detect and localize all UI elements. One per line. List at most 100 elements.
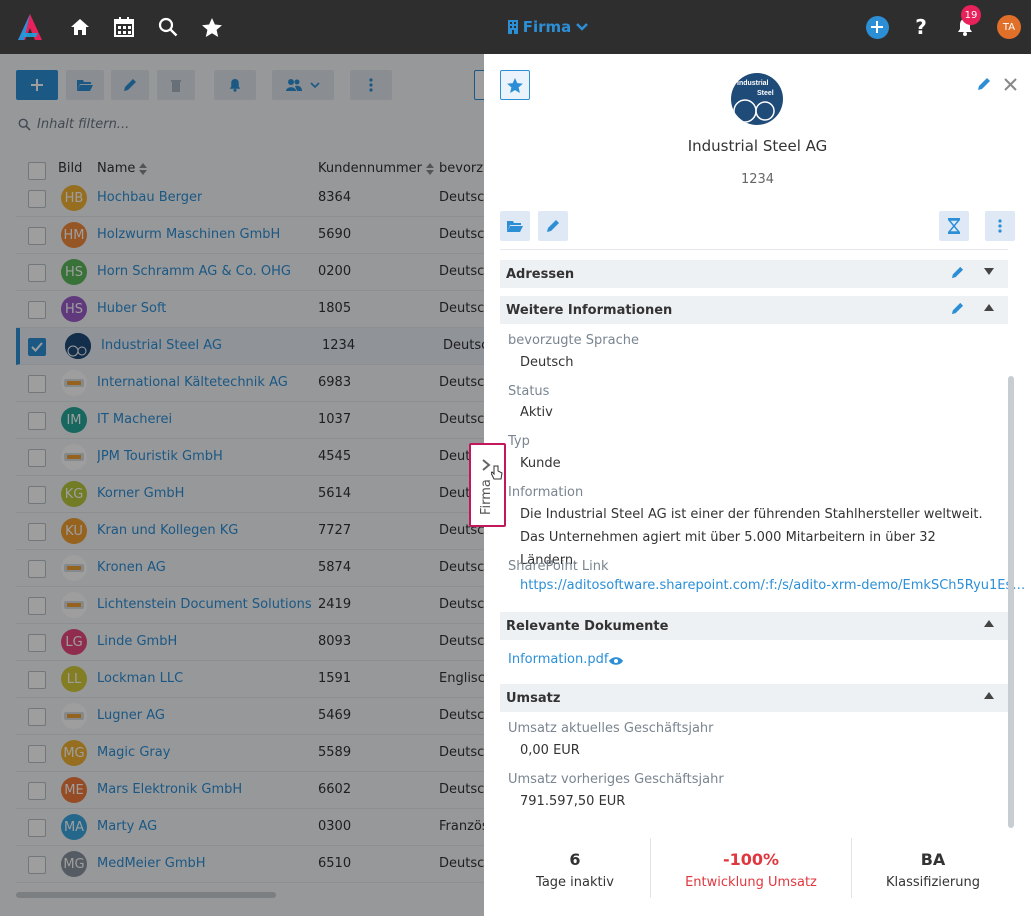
row-checkbox[interactable] [28, 338, 46, 356]
search-icon[interactable] [156, 0, 180, 54]
add-record-button[interactable] [16, 70, 58, 100]
company-name-link[interactable]: Lockman LLC [97, 671, 183, 686]
company-name-link[interactable]: Kronen AG [97, 560, 166, 575]
view-toggle-button[interactable] [474, 70, 484, 100]
notify-button[interactable] [214, 70, 256, 100]
column-header-bild[interactable]: Bild [58, 161, 82, 176]
sharepoint-link[interactable]: https://aditosoftware.sharepoint.com/:f:… [520, 578, 1025, 593]
company-name-link[interactable]: Marty AG [97, 819, 157, 834]
company-name-link[interactable]: Holzwurm Maschinen GmbH [97, 227, 280, 242]
table-row[interactable]: HS Huber Soft 1805 Deutsch [16, 291, 484, 328]
favorites-star-icon[interactable] [200, 0, 224, 54]
section-relevante-dokumente[interactable]: Relevante Dokumente [500, 612, 1008, 640]
company-name-link[interactable]: International Kältetechnik AG [97, 375, 288, 390]
table-row[interactable]: Lichtenstein Document Solutions Gr 2419 De… [16, 587, 484, 624]
favorite-button[interactable] [500, 70, 530, 100]
history-button[interactable] [939, 211, 969, 241]
row-checkbox[interactable] [28, 190, 46, 208]
row-checkbox[interactable] [28, 634, 46, 652]
user-avatar-button[interactable]: TA [996, 0, 1022, 54]
document-link[interactable]: Information.pdf [508, 652, 608, 667]
row-checkbox[interactable] [28, 560, 46, 578]
row-checkbox[interactable] [28, 486, 46, 504]
column-header-sprache[interactable]: bevorzu [439, 161, 484, 176]
edit-record-button[interactable] [111, 70, 149, 100]
app-logo[interactable] [14, 0, 46, 54]
table-row[interactable]: HM Holzwurm Maschinen GmbH 5690 Deutsch [16, 217, 484, 254]
add-new-button[interactable] [864, 0, 890, 54]
table-row[interactable]: HB Hochbau Berger 8364 Deutsch [16, 180, 484, 217]
more-actions-button[interactable] [350, 70, 392, 100]
calendar-icon[interactable] [112, 0, 136, 54]
row-checkbox[interactable] [28, 819, 46, 837]
row-checkbox[interactable] [28, 523, 46, 541]
table-row[interactable]: KUKran und Kollegen KG7727Deutsch [16, 513, 484, 550]
section-adressen[interactable]: Adressen [500, 260, 1008, 288]
delete-record-button[interactable] [157, 70, 195, 100]
row-checkbox[interactable] [28, 708, 46, 726]
horizontal-scrollbar[interactable] [16, 892, 276, 898]
company-name-link[interactable]: Lichtenstein Document Solutions Gr [97, 597, 312, 612]
table-row[interactable]: Industrial Steel AG 1234 Deutsch [16, 328, 484, 365]
help-icon[interactable]: ? [909, 0, 933, 54]
table-row[interactable]: HS Horn Schramm AG & Co. OHG 0200 Deutsch [16, 254, 484, 291]
table-row[interactable]: International Kältetechnik AG 6983 Deutsch [16, 365, 484, 402]
select-all-checkbox[interactable] [28, 162, 46, 180]
table-row[interactable]: ME Mars Elektronik GmbH 6602 Deutsch [16, 772, 484, 809]
home-icon[interactable] [68, 0, 92, 54]
edit-header-button[interactable] [977, 77, 991, 95]
table-row[interactable]: LG Linde GmbH 8093 Deutsch [16, 624, 484, 661]
company-name-link[interactable]: Linde GmbH [97, 634, 177, 649]
module-switcher[interactable]: Firma [502, 0, 594, 54]
table-row[interactable]: JPM Touristik GmbH4545Deutsch [16, 439, 484, 476]
company-name-link[interactable]: Hochbau Berger [97, 190, 202, 205]
company-name-link[interactable]: Lugner AG [97, 708, 165, 723]
column-header-name[interactable]: Name [97, 161, 148, 176]
row-checkbox[interactable] [28, 856, 46, 874]
collapse-panel-tab[interactable]: Firma [469, 443, 506, 527]
open-folder-button[interactable] [66, 70, 104, 100]
company-name-link[interactable]: Industrial Steel AG [101, 338, 222, 353]
row-checkbox[interactable] [28, 227, 46, 245]
row-checkbox[interactable] [28, 412, 46, 430]
column-header-kundennummer[interactable]: Kundennummer [318, 161, 434, 176]
table-row[interactable]: MA Marty AG 0300 Französ [16, 809, 484, 846]
filter-field[interactable]: Inhalt filtern... [18, 112, 478, 136]
company-name-link[interactable]: Huber Soft [97, 301, 166, 316]
open-folder-button[interactable] [500, 211, 530, 241]
table-row[interactable]: LL Lockman LLC 1591 Englisch [16, 661, 484, 698]
company-name-link[interactable]: Mars Elektronik GmbH [97, 782, 242, 797]
table-row[interactable]: Lugner AG 5469 Deutsch [16, 698, 484, 735]
company-name-link[interactable]: MedMeier GmbH [97, 856, 206, 871]
user-initials: TA [997, 15, 1021, 39]
vertical-scrollbar[interactable] [1008, 376, 1014, 828]
company-name-link[interactable]: Magic Gray [97, 745, 170, 760]
close-button[interactable] [1004, 78, 1017, 95]
row-checkbox[interactable] [28, 449, 46, 467]
table-row[interactable]: KGKorner GmbH5614Deutsch [16, 476, 484, 513]
company-name-link[interactable]: Korner GmbH [97, 486, 184, 501]
company-name-link[interactable]: Kran und Kollegen KG [97, 523, 238, 538]
company-name-link[interactable]: JPM Touristik GmbH [97, 449, 223, 464]
row-checkbox[interactable] [28, 745, 46, 763]
row-checkbox[interactable] [28, 301, 46, 319]
more-actions-button[interactable] [985, 211, 1015, 241]
row-checkbox[interactable] [28, 264, 46, 282]
row-checkbox[interactable] [28, 375, 46, 393]
row-checkbox[interactable] [28, 671, 46, 689]
table-row[interactable]: MG MedMeier GmbH 6510 Deutsch [16, 846, 484, 883]
table-row[interactable]: IM IT Macherei 1037 Deutsch [16, 402, 484, 439]
contacts-menu-button[interactable] [272, 70, 334, 100]
section-weitere-informationen[interactable]: Weitere Informationen [500, 296, 1008, 324]
pencil-icon[interactable] [951, 266, 964, 279]
company-name-link[interactable]: IT Macherei [97, 412, 172, 427]
eye-icon[interactable] [609, 655, 623, 670]
edit-button[interactable] [538, 211, 568, 241]
row-checkbox[interactable] [28, 597, 46, 615]
table-row[interactable]: MG Magic Gray 5589 Deutsch [16, 735, 484, 772]
company-name-link[interactable]: Horn Schramm AG & Co. OHG [97, 264, 291, 279]
section-umsatz[interactable]: Umsatz [500, 684, 1008, 712]
row-checkbox[interactable] [28, 782, 46, 800]
pencil-icon[interactable] [951, 302, 964, 315]
table-row[interactable]: Kronen AG 5874 Deutsch [16, 550, 484, 587]
